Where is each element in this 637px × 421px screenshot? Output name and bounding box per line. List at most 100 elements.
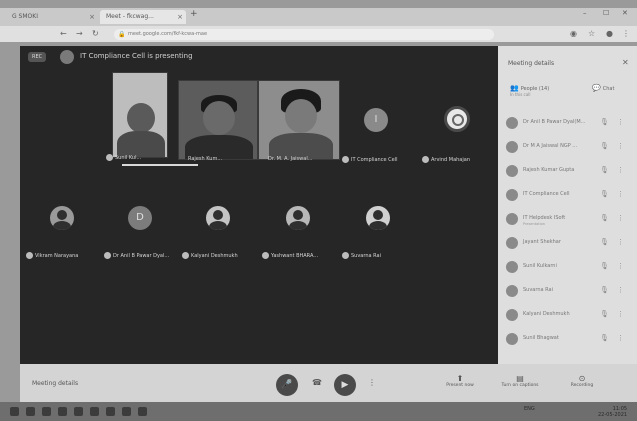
participant-name: Dr Anil B Pawar Dyal(M... — [523, 119, 586, 125]
back-icon[interactable]: ← — [60, 29, 67, 38]
participant-row[interactable]: IT Compliance Cell 🎙 ⋮ — [506, 188, 634, 202]
participant-row[interactable]: Jayant Shekhar 🎙 ⋮ — [506, 236, 634, 250]
captions-button[interactable]: ▤ Turn on captions — [498, 375, 542, 389]
participant-name-tag: Suvarna Rai — [342, 252, 381, 259]
tab-chat[interactable]: 💬 Chat — [592, 84, 614, 92]
mic-off-icon[interactable]: 🎙 — [600, 238, 609, 246]
system-tray[interactable]: ENG — [524, 406, 535, 412]
participant-name: Suvarna Rai — [523, 287, 553, 293]
participant-avatar — [506, 189, 518, 201]
more-options-icon[interactable]: ⋮ — [617, 118, 624, 126]
more-options-icon[interactable]: ⋮ — [617, 214, 624, 222]
participant-row[interactable]: Suvarna Rai 🎙 ⋮ — [506, 284, 634, 298]
close-panel-icon[interactable]: ✕ — [622, 58, 629, 67]
mic-off-icon[interactable]: 🎙 — [600, 142, 609, 150]
tab-people-sublabel: In this call — [510, 92, 531, 97]
more-options-icon[interactable]: ⋮ — [617, 262, 624, 270]
mic-off-icon[interactable]: 🎙 — [600, 118, 609, 126]
participant-name: Dr Anil B Pawar Dyal... — [113, 253, 170, 259]
participant-row[interactable]: Kalyani Deshmukh 🎙 ⋮ — [506, 308, 634, 322]
participant-row[interactable]: Rajesh Kumar Gupta 🎙 ⋮ — [506, 164, 634, 178]
person-face — [285, 99, 317, 133]
more-options-icon[interactable]: ⋮ — [617, 310, 624, 318]
participant-name: Rajesh Kum... — [188, 156, 223, 162]
start-icon[interactable] — [10, 407, 19, 416]
recording-button[interactable]: ⊙ Recording — [560, 375, 604, 389]
tab-people[interactable]: 👥 People (14) In this call — [510, 84, 549, 97]
more-options-icon[interactable]: ⋮ — [617, 334, 624, 342]
browser-tab-2[interactable]: Meet - fkcwag... × — [100, 10, 186, 24]
participant-name: IT Compliance Cell — [351, 157, 398, 163]
menu-dots-icon[interactable]: ⋮ — [622, 29, 630, 38]
participant-name: Dr. M. A. Jaiswal... — [268, 156, 313, 162]
participant-name-tag: Vikram Narayana — [26, 252, 78, 259]
mic-off-icon[interactable]: 🎙 — [600, 310, 609, 318]
present-now-button[interactable]: ⬆ Present now — [438, 374, 482, 389]
participant-avatar — [506, 213, 518, 225]
taskbar-clock[interactable]: 11:05 22-05-2021 — [598, 406, 627, 418]
lock-icon: 🔒 — [118, 31, 126, 38]
extension-icon[interactable]: ◉ — [570, 29, 577, 38]
participant-name: Dr M A Jaiswal NGP ... — [523, 143, 578, 149]
participant-row[interactable]: Sunil Bhagwat 🎙 ⋮ — [506, 332, 634, 346]
participant-name: Sunil Kulkarni — [523, 263, 557, 269]
mic-off-icon[interactable]: 🎙 — [600, 190, 609, 198]
file-explorer-icon[interactable] — [58, 407, 67, 416]
close-tab-icon[interactable]: × — [89, 10, 95, 24]
more-options-icon[interactable]: ⋮ — [617, 166, 624, 174]
present-icon: ⬆ — [456, 374, 464, 383]
more-options-icon[interactable]: ⋮ — [617, 142, 624, 150]
mic-off-icon[interactable]: 🎙 — [600, 334, 609, 342]
browser-tab-1[interactable]: G SMOKI × — [6, 10, 98, 24]
participant-row[interactable]: IT Helpdesk ISoft Presentation 🎙 ⋮ — [506, 212, 634, 226]
camera-toggle-icon[interactable]: ▶ — [334, 374, 356, 396]
reload-icon[interactable]: ↻ — [92, 29, 99, 38]
participant-row[interactable]: Dr M A Jaiswal NGP ... 🎙 ⋮ — [506, 140, 634, 154]
active-speaker-indicator — [122, 164, 198, 166]
more-options-icon[interactable]: ⋮ — [617, 286, 624, 294]
maximize-icon[interactable]: ☐ — [603, 9, 609, 17]
hang-up-icon[interactable]: ☎ — [312, 378, 322, 387]
participant-avatar — [506, 141, 518, 153]
more-options-icon[interactable]: ⋮ — [617, 238, 624, 246]
search-icon[interactable] — [26, 407, 35, 416]
mic-off-icon[interactable]: 🎙 — [600, 166, 609, 174]
meeting-details-button[interactable]: Meeting details — [32, 380, 78, 387]
new-tab-button[interactable]: + — [190, 9, 198, 19]
mic-icon — [106, 154, 113, 161]
person-face — [127, 103, 155, 133]
app-icon[interactable] — [106, 407, 115, 416]
mic-icon — [104, 252, 111, 259]
task-view-icon[interactable] — [42, 407, 51, 416]
mic-off-icon[interactable]: 🎙 — [600, 214, 609, 222]
participant-name: Jayant Shekhar — [523, 239, 561, 245]
recording-badge: REC — [28, 52, 47, 62]
app-icon[interactable] — [122, 407, 131, 416]
participant-video — [112, 72, 168, 158]
presenter-avatar — [60, 50, 74, 64]
participant-avatar: I — [364, 108, 388, 132]
participant-row[interactable]: Dr Anil B Pawar Dyal(M... 🎙 ⋮ — [506, 116, 634, 130]
profile-icon[interactable]: ● — [606, 29, 613, 38]
bookmark-star-icon[interactable]: ☆ — [588, 29, 595, 38]
participant-name-tag: IT Compliance Cell — [342, 156, 397, 163]
participant-status: Presentation — [523, 222, 545, 226]
close-tab-icon[interactable]: × — [177, 10, 183, 24]
forward-icon[interactable]: → — [76, 29, 83, 38]
minimize-icon[interactable]: – — [583, 9, 587, 17]
mic-off-icon[interactable]: 🎙 — [600, 262, 609, 270]
more-options-icon[interactable]: ⋮ — [368, 378, 376, 387]
app-icon[interactable] — [138, 407, 147, 416]
app-icon[interactable] — [90, 407, 99, 416]
mic-off-icon[interactable]: 🎙 — [600, 286, 609, 294]
microphone-toggle-icon[interactable]: 🎤 — [276, 374, 298, 396]
monitor-screen: G SMOKI × Meet - fkcwag... × + – ☐ ✕ ← →… — [0, 0, 637, 421]
participant-row[interactable]: Sunil Kulkarni 🎙 ⋮ — [506, 260, 634, 274]
browser-icon[interactable] — [74, 407, 83, 416]
close-window-icon[interactable]: ✕ — [622, 9, 628, 17]
more-options-icon[interactable]: ⋮ — [617, 190, 624, 198]
participant-avatar — [50, 206, 74, 230]
video-name-tag: Sunil Kul... — [106, 154, 141, 161]
participant-name: Yashwant BHARA... — [271, 253, 319, 259]
url-field[interactable]: 🔒 meet.google.com/fkf-kcwa-mae — [114, 29, 494, 40]
